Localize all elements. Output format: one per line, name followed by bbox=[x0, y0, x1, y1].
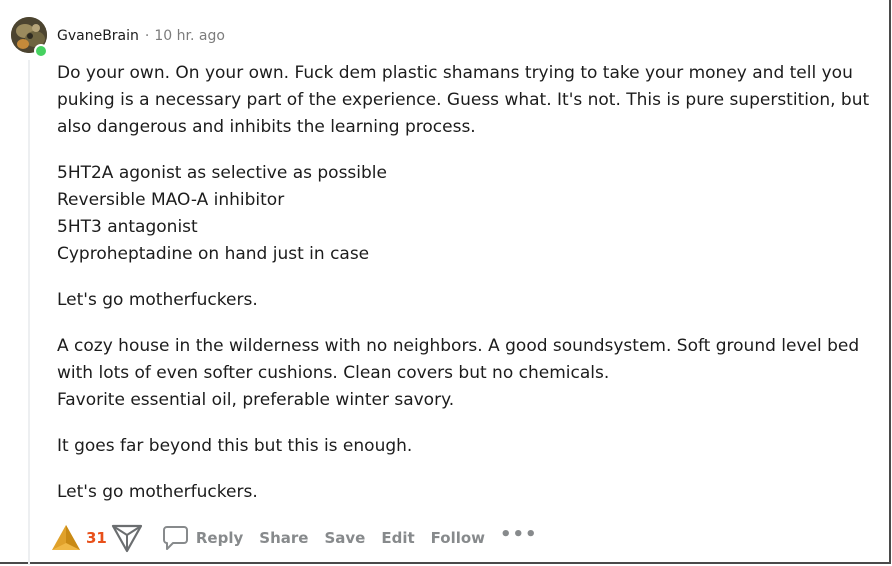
vote-score: 31 bbox=[86, 529, 107, 547]
share-label: Share bbox=[259, 529, 309, 547]
ellipsis-icon: ••• bbox=[500, 524, 538, 545]
follow-label: Follow bbox=[430, 529, 486, 547]
downvote-button[interactable] bbox=[111, 522, 143, 554]
follow-button[interactable]: Follow bbox=[431, 529, 485, 547]
reply-button[interactable]: Reply bbox=[162, 525, 244, 551]
edit-label: Edit bbox=[381, 529, 415, 547]
reply-label: Reply bbox=[195, 529, 244, 547]
author-username[interactable]: GvaneBrain bbox=[57, 28, 139, 44]
comment-paragraph-4: A cozy house in the wilderness with no n… bbox=[57, 336, 860, 410]
speech-bubble-icon bbox=[162, 526, 188, 550]
upvote-button[interactable] bbox=[50, 522, 82, 554]
edit-button[interactable]: Edit bbox=[381, 529, 414, 547]
comment-meta: GvaneBrain · 10 hr. ago bbox=[57, 27, 225, 45]
online-status-indicator bbox=[34, 44, 48, 58]
comment-timestamp[interactable]: 10 hr. ago bbox=[154, 28, 225, 44]
save-button[interactable]: Save bbox=[324, 529, 365, 547]
downvote-arrow-icon bbox=[111, 524, 142, 553]
meta-separator: · bbox=[144, 28, 150, 44]
upvote-arrow-icon bbox=[52, 525, 80, 550]
comment-paragraph-1: Do your own. On your own. Fuck dem plast… bbox=[57, 63, 870, 137]
comment-card: GvaneBrain · 10 hr. ago Do your own. On … bbox=[0, 0, 891, 565]
comment-paragraph-5: It goes far beyond this but this is enou… bbox=[57, 436, 413, 456]
share-button[interactable]: Share bbox=[259, 529, 308, 547]
comment-paragraph-2: 5HT2A agonist as selective as possible R… bbox=[57, 163, 387, 264]
comment-action-bar: 31 Reply Share Save Edit Follow ••• bbox=[50, 518, 554, 558]
thread-line[interactable] bbox=[28, 60, 30, 565]
more-options-button[interactable]: ••• bbox=[500, 526, 538, 550]
comment-paragraph-3: Let's go motherfuckers. bbox=[57, 290, 258, 310]
save-label: Save bbox=[324, 529, 366, 547]
comment-paragraph-6: Let's go motherfuckers. bbox=[57, 482, 258, 502]
comment-body: Do your own. On your own. Fuck dem plast… bbox=[57, 60, 875, 525]
